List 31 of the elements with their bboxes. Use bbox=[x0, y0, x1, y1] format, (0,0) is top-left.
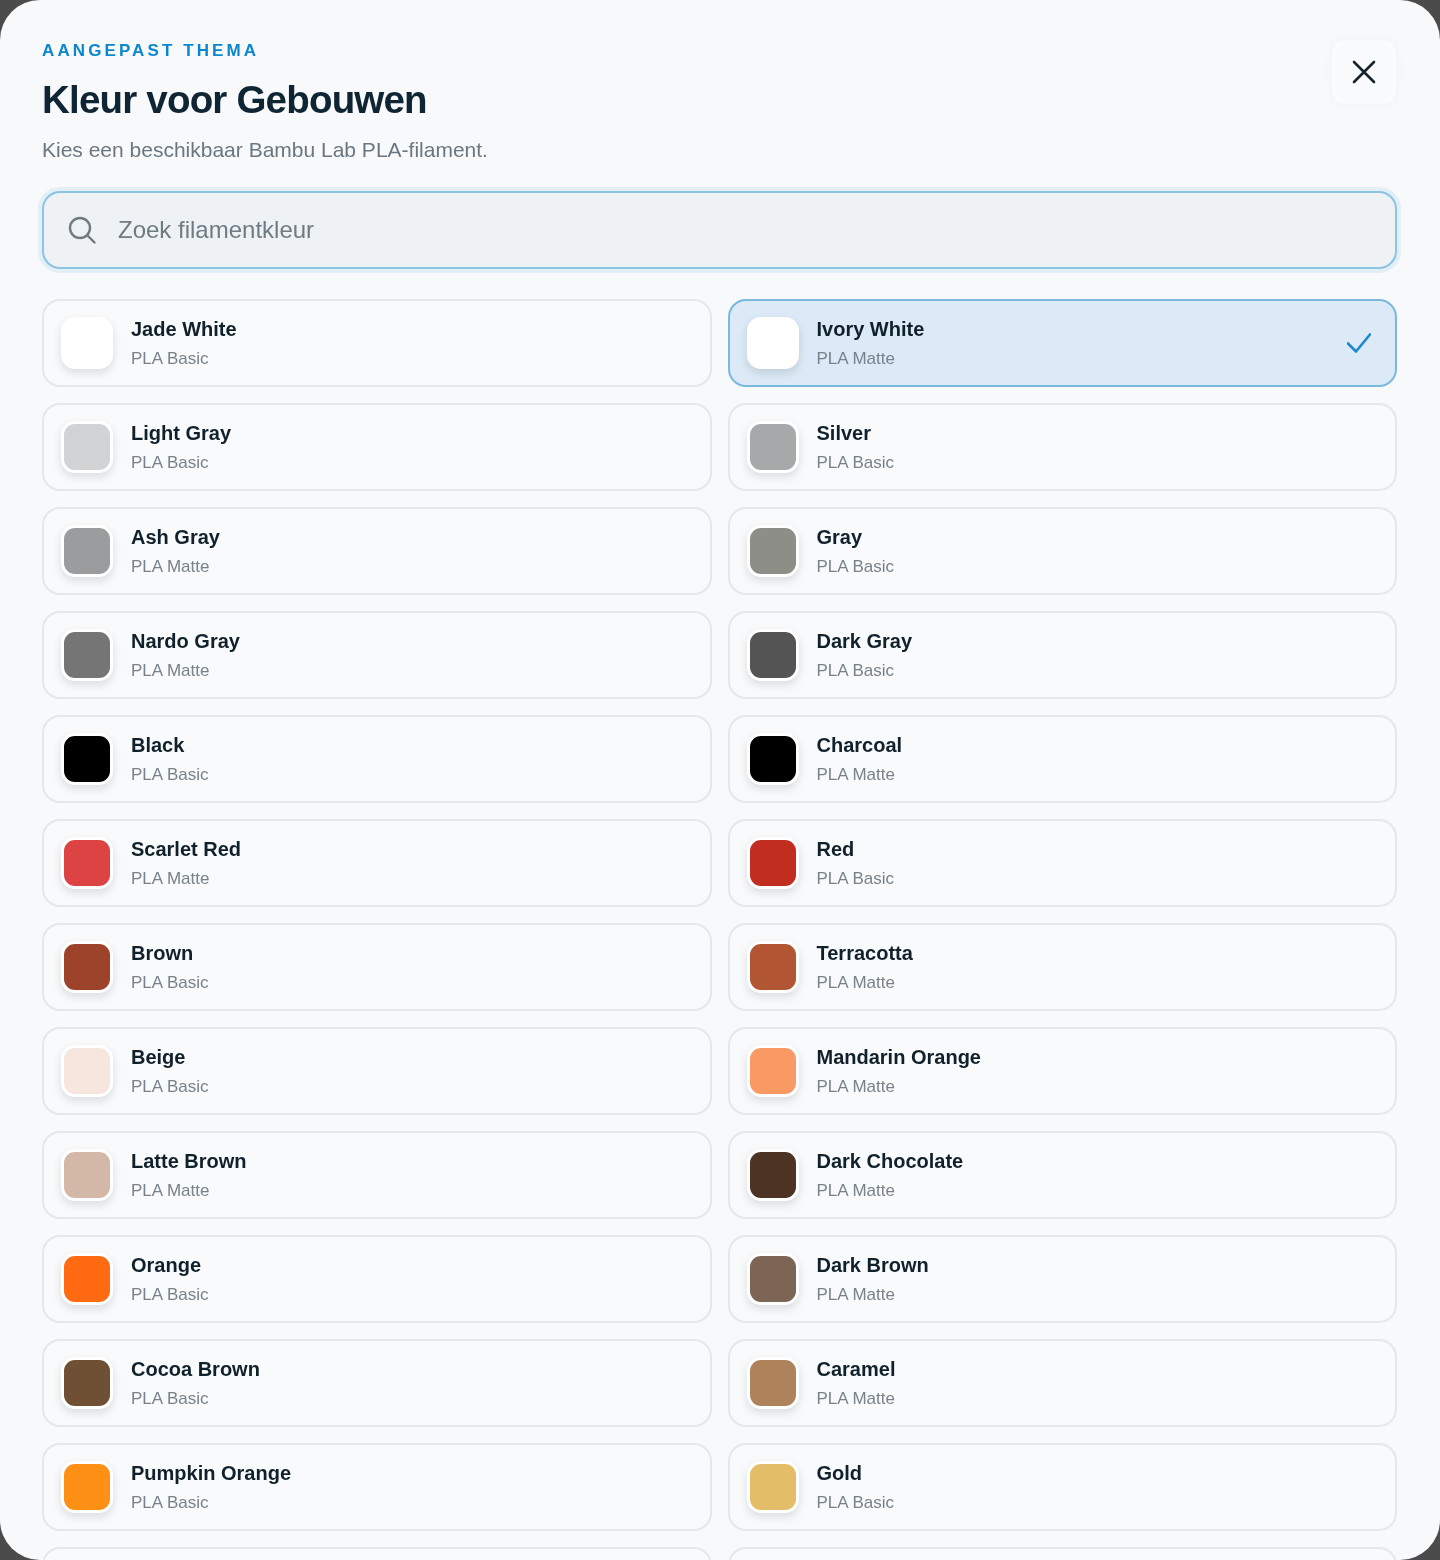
color-option[interactable]: Beige PLA Basic bbox=[42, 1027, 712, 1115]
color-option[interactable]: Latte Brown PLA Matte bbox=[42, 1131, 712, 1219]
color-option[interactable]: Caramel PLA Matte bbox=[727, 1339, 1397, 1427]
eyebrow-label: AANGEPAST THEMA bbox=[42, 40, 261, 62]
color-option[interactable]: Jade White PLA Basic bbox=[42, 299, 712, 387]
color-option[interactable]: Light Gray PLA Basic bbox=[42, 403, 712, 491]
dialog-title: Kleur voor Gebouwen bbox=[42, 77, 428, 123]
color-option[interactable]: Pumpkin Orange PLA Basic bbox=[42, 1443, 712, 1531]
color-option[interactable]: Silver PLA Basic bbox=[727, 403, 1397, 491]
color-option[interactable]: Red PLA Basic bbox=[727, 819, 1397, 907]
search-field[interactable]: Zoek filamentkleur bbox=[42, 191, 1397, 269]
color-option[interactable]: Dark Brown PLA Matte bbox=[727, 1235, 1397, 1323]
color-option[interactable]: Orange PLA Basic bbox=[42, 1235, 712, 1323]
color-option[interactable]: Gold PLA Basic bbox=[727, 1443, 1397, 1531]
color-option[interactable]: Ash Gray PLA Matte bbox=[42, 507, 712, 595]
color-option[interactable]: Cocoa Brown PLA Basic bbox=[42, 1339, 712, 1427]
color-option[interactable]: Nardo Gray PLA Matte bbox=[42, 611, 712, 699]
search-icon bbox=[68, 216, 96, 244]
color-option[interactable]: Gray PLA Basic bbox=[727, 507, 1397, 595]
close-icon bbox=[1352, 60, 1376, 84]
checkmark-icon bbox=[1347, 331, 1371, 355]
color-option[interactable]: Terracotta PLA Matte bbox=[727, 923, 1397, 1011]
color-option[interactable]: Black PLA Basic bbox=[42, 715, 712, 803]
dialog-subtitle: Kies een beschikbaar Bambu Lab PLA-filament. bbox=[42, 137, 488, 163]
color-option[interactable]: Scarlet Red PLA Matte bbox=[42, 819, 712, 907]
color-option[interactable]: Brown PLA Basic bbox=[42, 923, 712, 1011]
color-option[interactable]: Charcoal PLA Matte bbox=[727, 715, 1397, 803]
color-option[interactable]: Ivory White PLA Matte bbox=[727, 299, 1397, 387]
color-option[interactable]: Dark Chocolate PLA Matte bbox=[727, 1131, 1397, 1219]
color-option[interactable]: Mandarin Orange PLA Matte bbox=[727, 1027, 1397, 1115]
color-option[interactable]: Dark Gray PLA Basic bbox=[727, 611, 1397, 699]
